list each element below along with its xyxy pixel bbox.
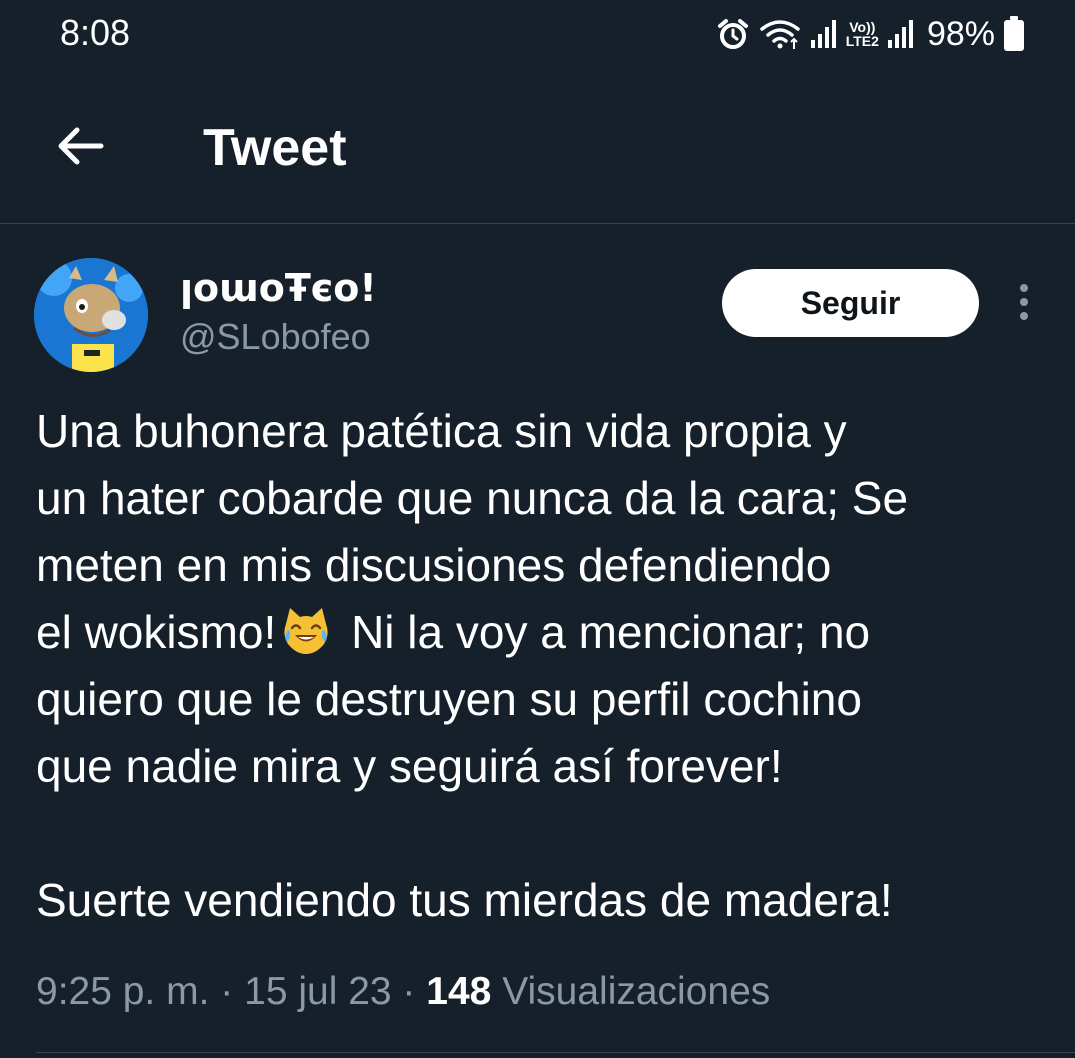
- battery-percent: 98%: [926, 14, 995, 53]
- tweet-line: meten en mis discusiones defendiendo: [36, 539, 832, 591]
- tweet-meta: 9:25 p. m. · 15 jul 23 · 148 Visualizaci…: [36, 970, 770, 1014]
- signal-icon: [810, 19, 838, 49]
- views-count[interactable]: 148: [426, 970, 491, 1013]
- status-bar: 8:08 Vo)) LTE2 98%: [0, 0, 1075, 70]
- volte-top: Vo)): [849, 19, 876, 35]
- signal-icon: [887, 19, 915, 49]
- tweet-text: Una buhonera patética sin vida propia y …: [36, 398, 1046, 934]
- arrow-left-icon: [55, 126, 105, 171]
- avatar[interactable]: [34, 258, 148, 372]
- volte-icon: Vo)) LTE2: [846, 20, 879, 48]
- tweet-line-with-emoji: el wokismo! Ni la voy a mencionar; no: [36, 599, 1046, 666]
- back-button[interactable]: [44, 112, 116, 184]
- more-options-button[interactable]: [1006, 282, 1042, 326]
- cat-tears-of-joy-emoji: [280, 604, 332, 656]
- top-app-bar: Tweet: [0, 80, 1075, 224]
- paragraph-break: [36, 800, 1046, 867]
- tweet-line: un hater cobarde que nunca da la cara; S…: [36, 472, 909, 524]
- wifi-icon: [758, 17, 802, 51]
- author-handle[interactable]: @SLobofeo: [180, 316, 371, 358]
- follow-button[interactable]: Seguir: [722, 269, 979, 337]
- status-time: 8:08: [60, 12, 131, 53]
- battery-icon: [1003, 16, 1025, 52]
- tweet-line: Una buhonera patética sin vida propia y: [36, 405, 847, 457]
- divider: [36, 1052, 1075, 1053]
- tweet-line-part: el wokismo!: [36, 606, 277, 658]
- meta-separator: ·: [220, 970, 234, 1013]
- author-display-name[interactable]: ꞁoɯoŦєo!: [180, 266, 377, 310]
- status-icons: Vo)) LTE2 98%: [716, 14, 1025, 54]
- more-vertical-icon: [1018, 282, 1030, 327]
- tweet-line: Suerte vendiendo tus mierdas de madera!: [36, 874, 893, 926]
- tweet-time[interactable]: 9:25 p. m.: [36, 970, 209, 1013]
- page-title: Tweet: [203, 119, 347, 177]
- views-label[interactable]: Visualizaciones: [502, 970, 770, 1013]
- tweet-line-part: Ni la voy a mencionar; no: [338, 606, 871, 658]
- meta-separator: ·: [402, 970, 416, 1013]
- alarm-icon: [716, 17, 750, 51]
- volte-bottom: LTE2: [845, 33, 879, 49]
- tweet-line: que nadie mira y seguirá así forever!: [36, 740, 783, 792]
- tweet-line: quiero que le destruyen su perfil cochin…: [36, 673, 862, 725]
- tweet-date[interactable]: 15 jul 23: [244, 970, 391, 1013]
